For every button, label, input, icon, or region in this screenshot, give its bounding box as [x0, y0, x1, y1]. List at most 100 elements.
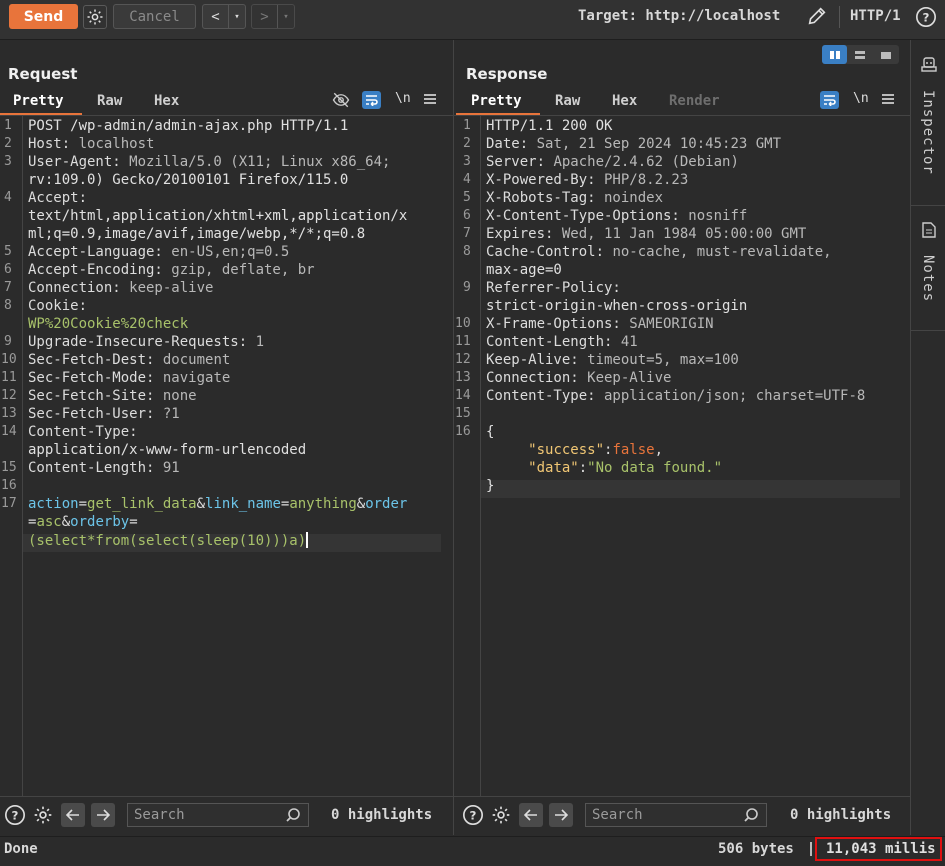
- header-value: 41: [612, 334, 638, 350]
- edit-target-pencil-icon[interactable]: [804, 4, 830, 28]
- param-name: orderby: [70, 514, 130, 530]
- menu-icon[interactable]: [424, 93, 438, 107]
- protocol-selector[interactable]: HTTP/1: [850, 8, 901, 24]
- tab-raw[interactable]: Raw: [97, 93, 122, 109]
- line-number: 15: [455, 406, 471, 421]
- highlights-count: 0 highlights: [331, 807, 433, 823]
- current-line-highlight: [481, 480, 900, 498]
- line-number: 9: [4, 334, 12, 349]
- cookie-value: WP%20Cookie%20check: [28, 316, 189, 332]
- divider: [839, 6, 840, 28]
- param-value: get_link_data: [87, 496, 197, 512]
- wrap-lines-icon[interactable]: [362, 91, 381, 109]
- chevron-down-icon[interactable]: ▾: [228, 5, 245, 28]
- search-icon: [286, 808, 300, 826]
- cancel-button[interactable]: Cancel: [113, 4, 196, 29]
- response-time: 11,043 millis: [815, 837, 942, 861]
- header-name: User-Agent:: [28, 154, 121, 170]
- newline-toggle[interactable]: \n: [853, 91, 869, 106]
- line-number: 16: [1, 478, 17, 493]
- request-gutter: [0, 116, 23, 796]
- search-input[interactable]: Search: [585, 803, 767, 827]
- line-number: 3: [4, 154, 12, 169]
- code-line: Sec-Fetch-Site: none: [28, 388, 197, 404]
- search-next-arrow-icon[interactable]: [549, 803, 573, 827]
- header-value: PHP/8.2.23: [595, 172, 689, 188]
- search-prev-arrow-icon[interactable]: [61, 803, 85, 827]
- menu-icon[interactable]: [882, 93, 896, 107]
- history-forward-button[interactable]: > ▾: [251, 4, 295, 29]
- help-icon[interactable]: ?: [4, 804, 26, 826]
- code-line: HTTP/1.1 200 OK: [486, 118, 613, 134]
- code-line: text/html,application/xhtml+xml,applicat…: [28, 208, 408, 224]
- header-name: Date:: [486, 136, 529, 152]
- code-line: strict-origin-when-cross-origin: [486, 298, 748, 314]
- header-value: Mozilla/5.0 (X11; Linux x86_64;: [120, 154, 391, 170]
- settings-gear-icon[interactable]: [32, 804, 54, 826]
- settings-gear-icon[interactable]: [83, 5, 107, 29]
- equals: =: [78, 496, 88, 512]
- search-input[interactable]: Search: [127, 803, 309, 827]
- code-line: }: [486, 478, 495, 494]
- line-number: 11: [1, 370, 17, 385]
- inspector-tab[interactable]: Inspector: [920, 90, 936, 175]
- send-button[interactable]: Send: [9, 4, 78, 29]
- svg-text:?: ?: [12, 809, 19, 823]
- code-line: WP%20Cookie%20check: [28, 316, 188, 332]
- code-line: Referrer-Policy:: [486, 280, 621, 296]
- header-name: Referrer-Policy:: [486, 280, 621, 296]
- code-line: Cookie:: [28, 298, 87, 314]
- code-line: Accept:: [28, 190, 87, 206]
- line-number: 1: [463, 118, 471, 133]
- svg-text:?: ?: [923, 11, 930, 25]
- tab-hex[interactable]: Hex: [612, 93, 637, 109]
- code-line: Content-Type: application/json; charset=…: [486, 388, 865, 404]
- layout-toggle: [822, 45, 899, 64]
- line-number: 6: [463, 208, 471, 223]
- search-prev-arrow-icon[interactable]: [519, 803, 543, 827]
- tab-render[interactable]: Render: [669, 93, 720, 109]
- response-title: Response: [466, 65, 548, 83]
- history-back-button[interactable]: < ▾: [202, 4, 246, 29]
- help-icon[interactable]: ?: [914, 5, 938, 29]
- notes-icon[interactable]: [918, 220, 940, 240]
- settings-gear-icon[interactable]: [490, 804, 512, 826]
- line-number: 2: [463, 136, 471, 151]
- header-value: none: [154, 388, 197, 404]
- line-number: 17: [1, 496, 17, 511]
- header-value: gzip, deflate, br: [162, 262, 315, 278]
- chevron-down-icon[interactable]: ▾: [277, 5, 294, 28]
- line-number: 12: [1, 388, 17, 403]
- header-name: Accept-Encoding:: [28, 262, 163, 278]
- layout-single-icon[interactable]: [873, 45, 899, 64]
- tab-raw[interactable]: Raw: [555, 93, 580, 109]
- layout-side-by-side-icon[interactable]: [822, 45, 847, 64]
- code-line: Connection: keep-alive: [28, 280, 213, 296]
- header-name: Keep-Alive:: [486, 352, 579, 368]
- line-number: 9: [463, 280, 471, 295]
- wrap-lines-icon[interactable]: [820, 91, 839, 109]
- param-name: link_name: [205, 496, 281, 512]
- newline-toggle[interactable]: \n: [395, 91, 411, 106]
- line-number: 13: [1, 406, 17, 421]
- tab-pretty[interactable]: Pretty: [471, 93, 522, 109]
- header-value: 1: [247, 334, 265, 350]
- ampersand: &: [196, 496, 206, 512]
- inspector-icon[interactable]: [918, 55, 940, 75]
- layout-stacked-icon[interactable]: [847, 45, 873, 64]
- help-icon[interactable]: ?: [462, 804, 484, 826]
- notes-tab[interactable]: Notes: [920, 255, 936, 302]
- tab-hex[interactable]: Hex: [154, 93, 179, 109]
- search-next-arrow-icon[interactable]: [91, 803, 115, 827]
- code-line: Sec-Fetch-Dest: document: [28, 352, 230, 368]
- hide-eye-icon[interactable]: [331, 91, 351, 109]
- header-name: X-Content-Type-Options:: [486, 208, 680, 224]
- code-line: Accept-Language: en-US,en;q=0.5: [28, 244, 289, 260]
- response-time-text: 11,043 millis: [826, 841, 936, 857]
- header-name: Server:: [486, 154, 546, 170]
- ampersand: &: [61, 514, 71, 530]
- tab-pretty[interactable]: Pretty: [13, 93, 64, 109]
- header-value: en-US,en;q=0.5: [162, 244, 290, 260]
- header-value: nosniff: [679, 208, 748, 224]
- search-icon: [744, 808, 758, 826]
